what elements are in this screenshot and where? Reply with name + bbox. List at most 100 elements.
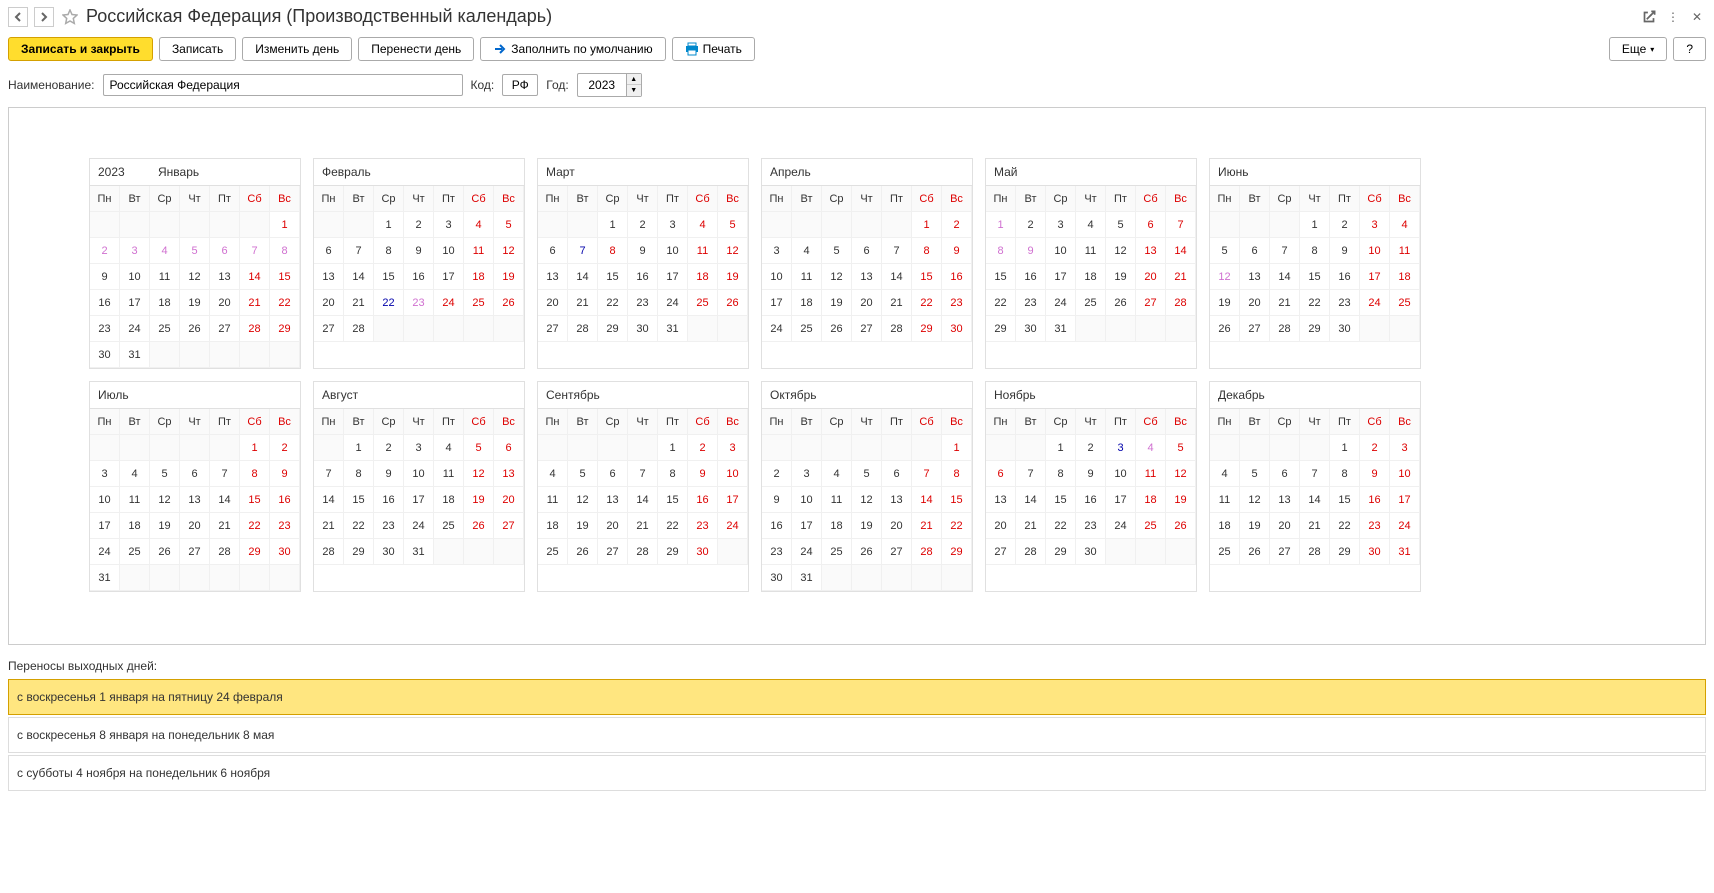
day-cell[interactable]: 24 xyxy=(1046,290,1076,316)
day-cell[interactable]: 27 xyxy=(494,513,524,539)
day-cell[interactable]: 18 xyxy=(1390,264,1420,290)
day-cell[interactable]: 25 xyxy=(1136,513,1166,539)
day-cell[interactable]: 17 xyxy=(434,264,464,290)
day-cell[interactable]: 1 xyxy=(270,212,300,238)
day-cell[interactable]: 26 xyxy=(1106,290,1136,316)
day-cell[interactable]: 25 xyxy=(434,513,464,539)
day-cell[interactable]: 22 xyxy=(1046,513,1076,539)
link-icon[interactable] xyxy=(1640,8,1658,26)
day-cell[interactable]: 7 xyxy=(568,238,598,264)
day-cell[interactable]: 16 xyxy=(374,487,404,513)
day-cell[interactable]: 16 xyxy=(1016,264,1046,290)
day-cell[interactable]: 12 xyxy=(180,264,210,290)
day-cell[interactable]: 28 xyxy=(1166,290,1196,316)
day-cell[interactable]: 13 xyxy=(494,461,524,487)
save-button[interactable]: Записать xyxy=(159,37,236,61)
day-cell[interactable]: 6 xyxy=(598,461,628,487)
day-cell[interactable]: 14 xyxy=(210,487,240,513)
day-cell[interactable]: 8 xyxy=(270,238,300,264)
day-cell[interactable]: 21 xyxy=(1300,513,1330,539)
day-cell[interactable]: 3 xyxy=(120,238,150,264)
day-cell[interactable]: 17 xyxy=(404,487,434,513)
day-cell[interactable]: 27 xyxy=(1270,539,1300,565)
day-cell[interactable]: 27 xyxy=(598,539,628,565)
day-cell[interactable]: 23 xyxy=(270,513,300,539)
day-cell[interactable]: 10 xyxy=(434,238,464,264)
day-cell[interactable]: 29 xyxy=(1046,539,1076,565)
day-cell[interactable]: 2 xyxy=(1016,212,1046,238)
day-cell[interactable]: 22 xyxy=(942,513,972,539)
day-cell[interactable]: 10 xyxy=(718,461,748,487)
day-cell[interactable]: 19 xyxy=(494,264,524,290)
day-cell[interactable]: 1 xyxy=(912,212,942,238)
day-cell[interactable]: 11 xyxy=(464,238,494,264)
day-cell[interactable]: 1 xyxy=(658,435,688,461)
day-cell[interactable]: 15 xyxy=(1300,264,1330,290)
day-cell[interactable]: 30 xyxy=(1076,539,1106,565)
day-cell[interactable]: 10 xyxy=(658,238,688,264)
day-cell[interactable]: 16 xyxy=(270,487,300,513)
day-cell[interactable]: 12 xyxy=(568,487,598,513)
day-cell[interactable]: 11 xyxy=(120,487,150,513)
day-cell[interactable]: 14 xyxy=(344,264,374,290)
day-cell[interactable]: 12 xyxy=(150,487,180,513)
day-cell[interactable]: 5 xyxy=(568,461,598,487)
day-cell[interactable]: 23 xyxy=(1016,290,1046,316)
day-cell[interactable]: 5 xyxy=(464,435,494,461)
day-cell[interactable]: 27 xyxy=(210,316,240,342)
day-cell[interactable]: 11 xyxy=(1136,461,1166,487)
day-cell[interactable]: 9 xyxy=(688,461,718,487)
day-cell[interactable]: 26 xyxy=(1240,539,1270,565)
day-cell[interactable]: 5 xyxy=(1106,212,1136,238)
day-cell[interactable]: 18 xyxy=(464,264,494,290)
day-cell[interactable]: 10 xyxy=(1046,238,1076,264)
day-cell[interactable]: 18 xyxy=(538,513,568,539)
day-cell[interactable]: 13 xyxy=(314,264,344,290)
day-cell[interactable]: 17 xyxy=(762,290,792,316)
day-cell[interactable]: 15 xyxy=(1330,487,1360,513)
day-cell[interactable]: 21 xyxy=(912,513,942,539)
save-close-button[interactable]: Записать и закрыть xyxy=(8,37,153,61)
day-cell[interactable]: 8 xyxy=(912,238,942,264)
day-cell[interactable]: 10 xyxy=(1106,461,1136,487)
day-cell[interactable]: 2 xyxy=(374,435,404,461)
day-cell[interactable]: 5 xyxy=(852,461,882,487)
day-cell[interactable]: 22 xyxy=(598,290,628,316)
day-cell[interactable]: 22 xyxy=(1300,290,1330,316)
favorite-star-icon[interactable] xyxy=(60,7,80,27)
day-cell[interactable]: 28 xyxy=(568,316,598,342)
day-cell[interactable]: 11 xyxy=(538,487,568,513)
day-cell[interactable]: 28 xyxy=(344,316,374,342)
day-cell[interactable]: 29 xyxy=(240,539,270,565)
day-cell[interactable]: 23 xyxy=(628,290,658,316)
day-cell[interactable]: 8 xyxy=(240,461,270,487)
day-cell[interactable]: 13 xyxy=(598,487,628,513)
day-cell[interactable]: 21 xyxy=(1270,290,1300,316)
day-cell[interactable]: 2 xyxy=(1076,435,1106,461)
day-cell[interactable]: 11 xyxy=(434,461,464,487)
day-cell[interactable]: 25 xyxy=(538,539,568,565)
day-cell[interactable]: 4 xyxy=(1076,212,1106,238)
day-cell[interactable]: 28 xyxy=(882,316,912,342)
day-cell[interactable]: 15 xyxy=(270,264,300,290)
day-cell[interactable]: 31 xyxy=(658,316,688,342)
day-cell[interactable]: 9 xyxy=(628,238,658,264)
day-cell[interactable]: 1 xyxy=(240,435,270,461)
day-cell[interactable]: 6 xyxy=(1270,461,1300,487)
day-cell[interactable]: 9 xyxy=(1016,238,1046,264)
day-cell[interactable]: 23 xyxy=(762,539,792,565)
day-cell[interactable]: 30 xyxy=(1330,316,1360,342)
day-cell[interactable]: 30 xyxy=(374,539,404,565)
day-cell[interactable]: 16 xyxy=(404,264,434,290)
day-cell[interactable]: 11 xyxy=(792,264,822,290)
day-cell[interactable]: 25 xyxy=(792,316,822,342)
day-cell[interactable]: 22 xyxy=(240,513,270,539)
day-cell[interactable]: 18 xyxy=(1136,487,1166,513)
day-cell[interactable]: 14 xyxy=(882,264,912,290)
day-cell[interactable]: 30 xyxy=(1360,539,1390,565)
day-cell[interactable]: 23 xyxy=(942,290,972,316)
day-cell[interactable]: 9 xyxy=(1360,461,1390,487)
day-cell[interactable]: 21 xyxy=(344,290,374,316)
day-cell[interactable]: 14 xyxy=(1300,487,1330,513)
day-cell[interactable]: 1 xyxy=(1300,212,1330,238)
